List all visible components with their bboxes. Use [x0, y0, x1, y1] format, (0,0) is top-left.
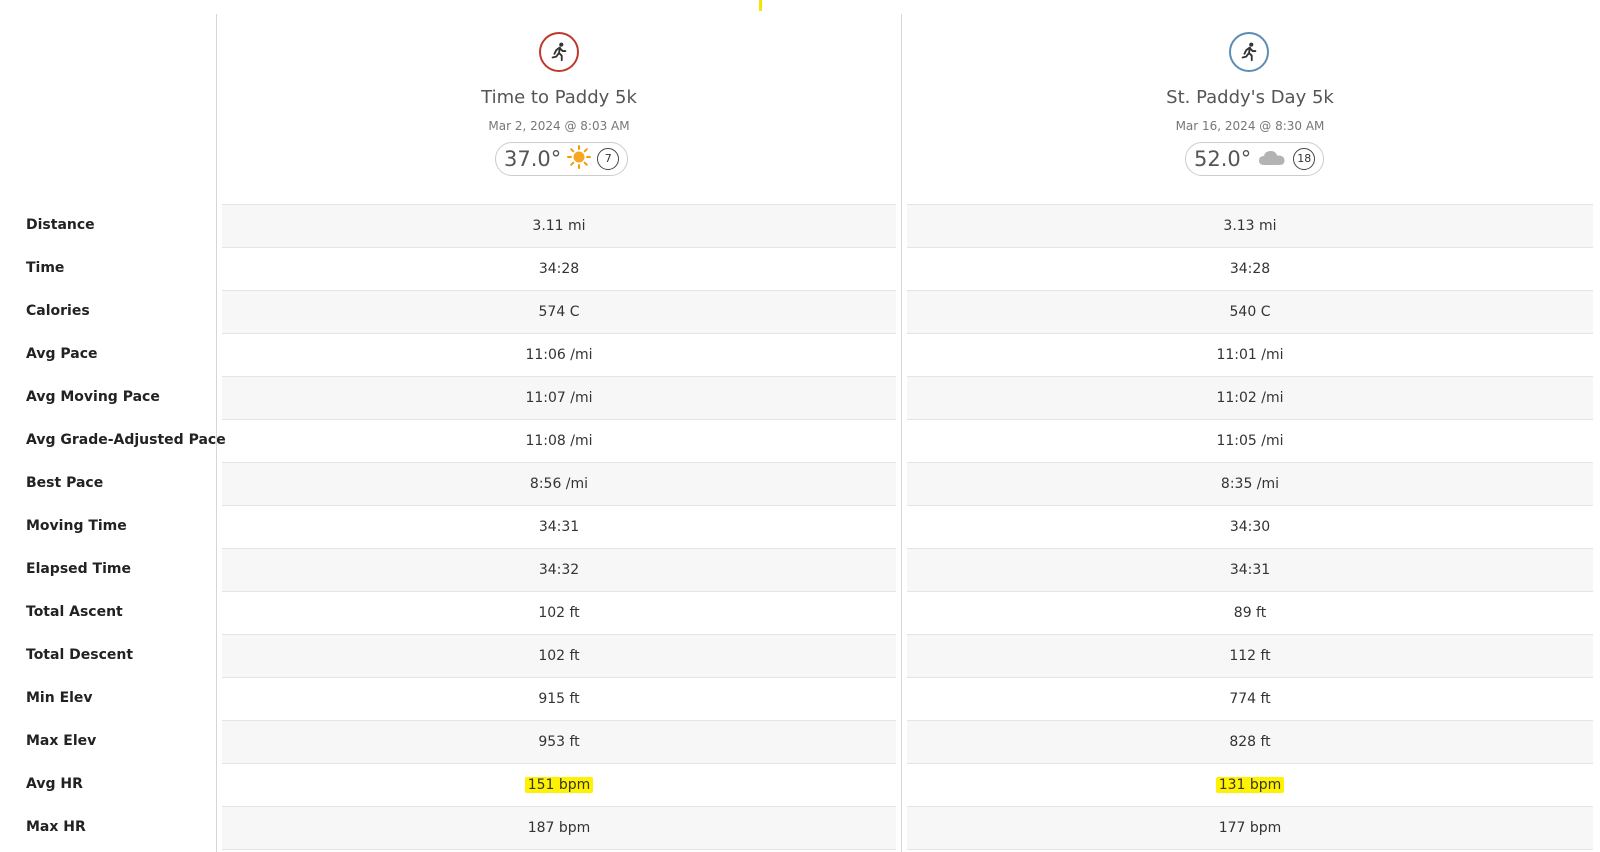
metric-label-avg-moving-pace: Avg Moving Pace — [26, 389, 160, 405]
column-divider — [901, 14, 902, 852]
table-row: 8:35 /mi — [907, 462, 1593, 505]
wind-speed-icon: 18 — [1293, 148, 1316, 170]
highlighted-value: 151 bpm — [524, 777, 594, 793]
metric-label-max-hr: Max HR — [26, 819, 86, 835]
activity-title[interactable]: Time to Paddy 5k — [222, 87, 896, 108]
activity-title[interactable]: St. Paddy's Day 5k — [907, 87, 1593, 108]
activity-column-1: Time to Paddy 5k Mar 2, 2024 @ 8:03 AM 3… — [222, 0, 896, 852]
temperature: 37.0° — [504, 147, 562, 171]
table-row: 11:02 /mi — [907, 376, 1593, 419]
table-row: 112 ft — [907, 634, 1593, 677]
sun-icon — [567, 145, 592, 173]
table-row: 89 ft — [907, 591, 1593, 634]
table-row: 915 ft — [222, 677, 896, 720]
table-row: 151 bpm — [222, 763, 896, 806]
activity-date: Mar 2, 2024 @ 8:03 AM — [488, 119, 630, 133]
metric-label-total-descent: Total Descent — [26, 647, 134, 663]
table-row: 3.11 mi — [222, 204, 896, 247]
metric-label-avg-pace: Avg Pace — [26, 346, 98, 362]
table-row: 11:06 /mi — [222, 333, 896, 376]
table-row: 131 bpm — [907, 763, 1593, 806]
metric-label-elapsed-time: Elapsed Time — [26, 561, 131, 577]
activity-header: St. Paddy's Day 5k Mar 16, 2024 @ 8:30 A… — [907, 0, 1593, 204]
values-table: 3.11 mi 34:28 574 C 11:06 /mi 11:07 /mi … — [222, 204, 896, 850]
metric-label-total-ascent: Total Ascent — [26, 604, 123, 620]
table-row: 34:31 — [907, 548, 1593, 591]
metric-label-avg-grade-adjusted-pace: Avg Grade-Adjusted Pace — [26, 432, 226, 448]
activity-column-2: St. Paddy's Day 5k Mar 16, 2024 @ 8:30 A… — [907, 0, 1593, 852]
highlighted-value: 131 bpm — [1215, 777, 1285, 793]
metric-label-calories: Calories — [26, 303, 90, 319]
table-row: 11:07 /mi — [222, 376, 896, 419]
table-row: 11:01 /mi — [907, 333, 1593, 376]
table-row: 102 ft — [222, 591, 896, 634]
temperature: 52.0° — [1194, 147, 1252, 171]
table-row: 34:30 — [907, 505, 1593, 548]
metric-label-avg-hr: Avg HR — [26, 776, 83, 792]
metric-label-min-elev: Min Elev — [26, 690, 93, 706]
table-row: 187 bpm — [222, 806, 896, 850]
table-row: 11:08 /mi — [222, 419, 896, 462]
table-row: 34:32 — [222, 548, 896, 591]
table-row: 953 ft — [222, 720, 896, 763]
running-icon[interactable] — [1229, 32, 1269, 72]
column-divider — [216, 14, 217, 852]
table-row: 828 ft — [907, 720, 1593, 763]
metric-label-best-pace: Best Pace — [26, 475, 104, 491]
values-table: 3.13 mi 34:28 540 C 11:01 /mi 11:02 /mi … — [907, 204, 1593, 850]
table-row: 177 bpm — [907, 806, 1593, 850]
activity-header: Time to Paddy 5k Mar 2, 2024 @ 8:03 AM 3… — [222, 0, 896, 204]
table-row: 11:05 /mi — [907, 419, 1593, 462]
table-row: 34:28 — [907, 247, 1593, 290]
table-row: 8:56 /mi — [222, 462, 896, 505]
cloud-icon — [1257, 146, 1287, 172]
weather-pill: 52.0° 18 — [1185, 142, 1325, 176]
table-row: 574 C — [222, 290, 896, 333]
metric-label-moving-time: Moving Time — [26, 518, 127, 534]
table-row: 34:28 — [222, 247, 896, 290]
metric-labels-column: Distance Time Calories Avg Pace Avg Movi… — [0, 0, 226, 852]
table-row: 34:31 — [222, 505, 896, 548]
metric-label-max-elev: Max Elev — [26, 733, 97, 749]
wind-speed-icon: 7 — [597, 148, 620, 170]
running-icon[interactable] — [539, 32, 579, 72]
metric-label-time: Time — [26, 260, 65, 276]
activity-date: Mar 16, 2024 @ 8:30 AM — [1175, 119, 1325, 133]
table-row: 3.13 mi — [907, 204, 1593, 247]
table-row: 102 ft — [222, 634, 896, 677]
metric-label-distance: Distance — [26, 217, 95, 233]
table-row: 540 C — [907, 290, 1593, 333]
weather-pill: 37.0° 7 — [495, 142, 629, 176]
table-row: 774 ft — [907, 677, 1593, 720]
